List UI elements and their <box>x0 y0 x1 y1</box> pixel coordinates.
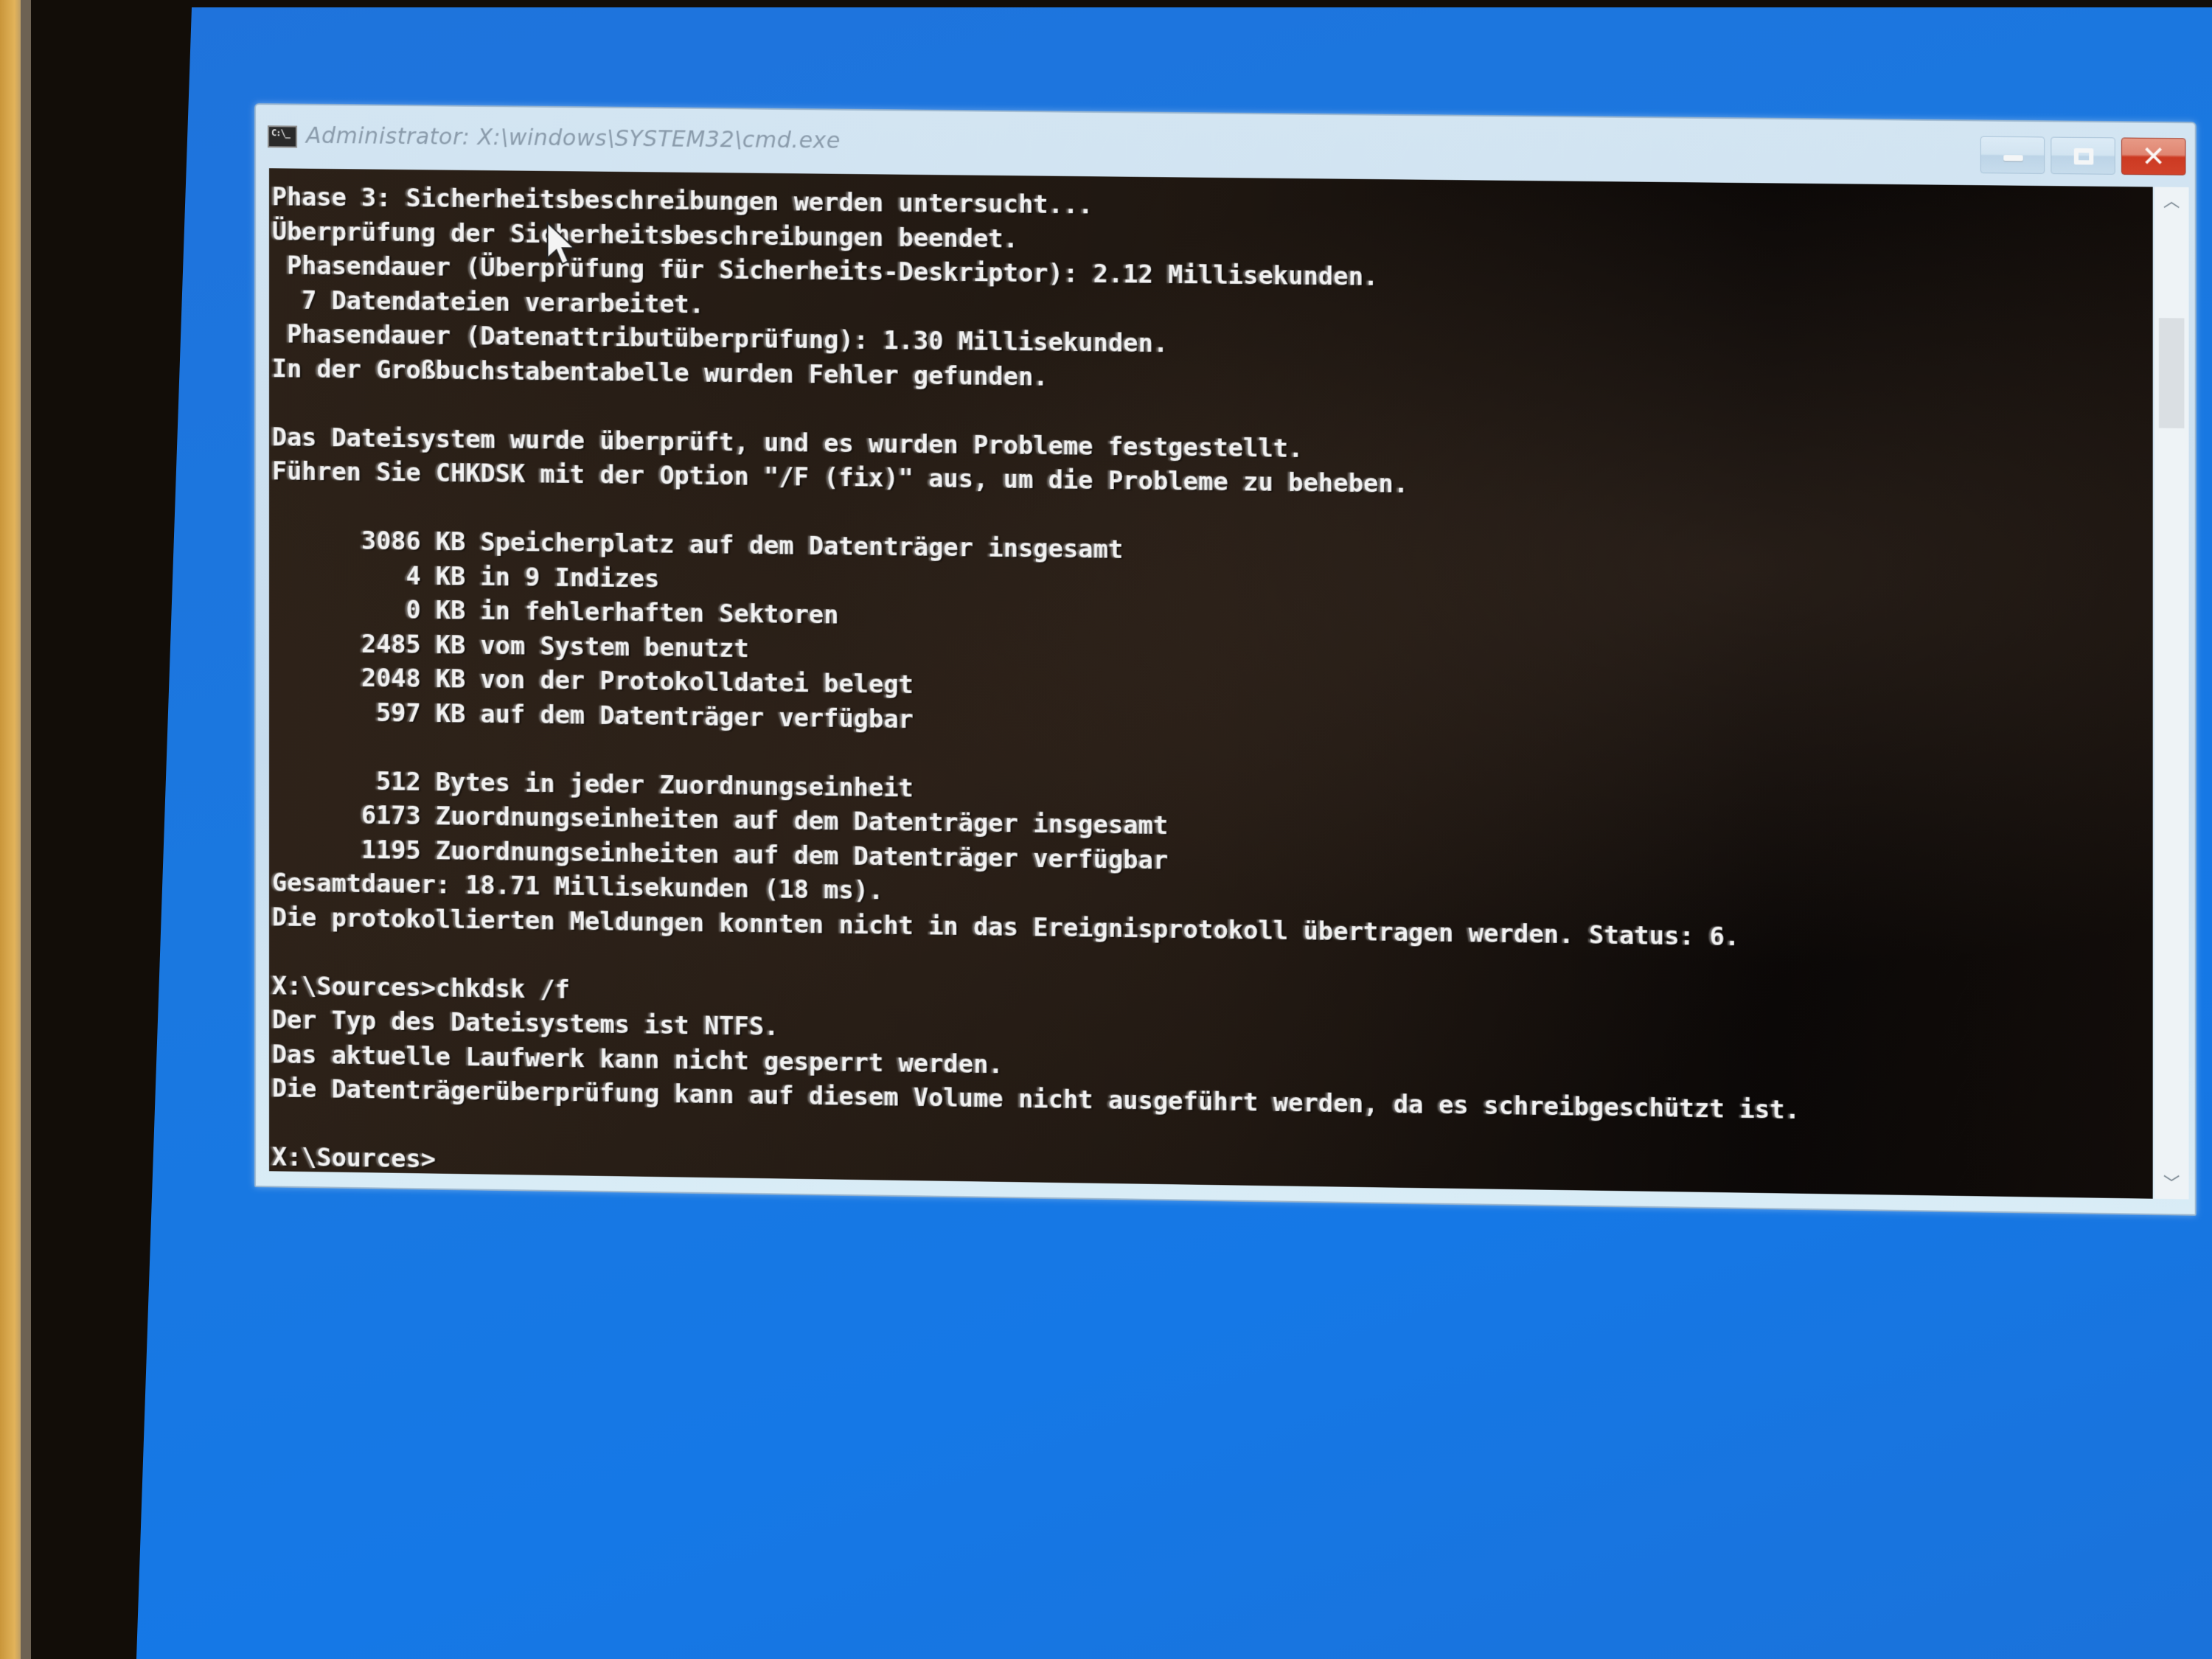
minimize-icon <box>2003 155 2023 161</box>
maximize-icon <box>2073 148 2094 165</box>
console-output[interactable]: Phase 3: Sicherheitsbeschreibungen werde… <box>268 168 2153 1199</box>
maximize-button[interactable] <box>2051 136 2115 175</box>
monitor-bezel-edge <box>21 0 31 1659</box>
cmd-window[interactable]: Administrator: X:\windows\SYSTEM32\cmd.e… <box>254 103 2197 1216</box>
minimize-button[interactable] <box>1980 136 2045 174</box>
window-title: Administrator: X:\windows\SYSTEM32\cmd.e… <box>306 122 841 154</box>
vertical-scrollbar[interactable]: ︿ ﹀ <box>2154 187 2189 1200</box>
caption-buttons: ✕ <box>1980 136 2186 175</box>
close-button[interactable]: ✕ <box>2121 137 2186 175</box>
close-icon: ✕ <box>2141 139 2166 173</box>
scroll-down-icon[interactable]: ﹀ <box>2154 1169 2189 1199</box>
photo-background: Administrator: X:\windows\SYSTEM32\cmd.e… <box>0 0 2212 1659</box>
scroll-thumb[interactable] <box>2158 318 2185 428</box>
cmd-console-icon[interactable] <box>267 125 298 148</box>
console-text: Phase 3: Sicherheitsbeschreibungen werde… <box>269 168 2153 1199</box>
scroll-up-icon[interactable]: ︿ <box>2154 187 2189 218</box>
